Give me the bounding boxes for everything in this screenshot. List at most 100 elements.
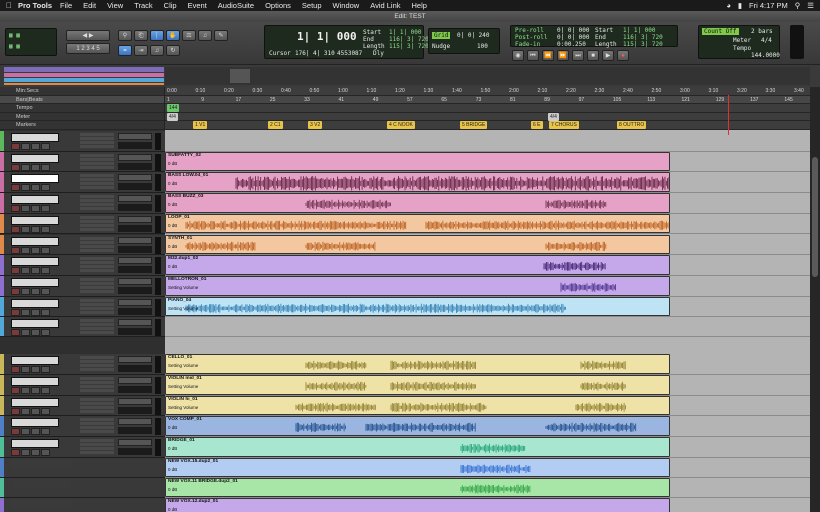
track-name[interactable] [11,215,59,225]
start-value[interactable]: 1| 1| 000 [389,29,422,36]
track-io[interactable] [118,195,152,203]
audio-clip[interactable]: VIOLIN hi_01 Setting Volume [165,395,670,416]
insert-slots[interactable] [80,236,114,253]
track-header-17[interactable] [0,497,165,512]
track-io[interactable] [118,356,152,364]
track-name[interactable] [11,153,59,163]
record-enable-button[interactable] [11,163,20,171]
track-header-16[interactable] [0,477,165,498]
solo-button[interactable] [31,366,40,374]
shuffle-mode-icon[interactable]: ▦ ▦ [9,32,20,39]
audio-clip[interactable]: SYNTH_01 0 dB [165,234,670,255]
audio-clip[interactable]: CELLO_01 Setting Volume [165,354,670,374]
audio-clip[interactable]: BASS BUZZ_03 0 dB [165,193,670,213]
track-volume[interactable] [118,365,152,373]
track-io[interactable] [118,277,152,285]
input-monitor-button[interactable] [21,225,30,233]
track-header-13[interactable] [0,416,165,438]
mute-button[interactable] [41,449,50,457]
track-lane-1[interactable]: SUBFATTY_02 0 dB [165,151,810,173]
pencil-tool-icon[interactable]: ✎ [214,30,228,41]
audio-clip[interactable]: SUBFATTY_02 0 dB [165,151,670,172]
ruler-label-meter[interactable]: Meter [0,113,164,122]
track-lane-14[interactable]: BRIDGE_01 0 dB [165,437,810,458]
track-name[interactable] [11,298,59,308]
insert-slots[interactable] [80,257,114,274]
insert-slots[interactable] [80,377,114,393]
clock[interactable]: Fri 4:17 PM [749,1,788,10]
track-header-3[interactable] [0,193,165,214]
menu-event[interactable]: Event [188,1,207,10]
main-counter[interactable]: 1| 1| 000 [297,30,357,43]
solo-button[interactable] [31,184,40,192]
insert-slots[interactable] [80,319,114,336]
mute-button[interactable] [41,407,50,415]
input-monitor-button[interactable] [21,143,30,150]
track-lane-11[interactable]: VIOLIN mid_01 Setting Volume [165,375,810,396]
audio-clip[interactable]: BASS LOW.04_01 0 dB [165,172,670,193]
marker-4[interactable]: 4 C NOOK [387,121,415,130]
track-volume[interactable] [118,427,152,435]
length-value[interactable]: 115| 3| 720 [389,43,429,50]
marker-3[interactable]: 3 V2 [308,121,323,130]
track-header-5[interactable] [0,234,165,256]
track-io[interactable] [118,319,152,327]
track-name[interactable] [11,479,71,489]
insert-slots[interactable] [80,174,114,191]
solo-button[interactable] [31,163,40,171]
battery-icon[interactable]: ▮ [738,1,742,10]
solo-button[interactable] [31,225,40,233]
grid-mode-icon[interactable]: ▦ ▦ [9,43,20,50]
mute-button[interactable] [41,428,50,436]
insert-slots[interactable] [80,133,114,149]
timeline-rulers[interactable]: 0:00 0:10 0:20 0:30 0:40 0:50 1:00 1:10 1:20 1:30… [165,87,810,130]
ruler-label-markers[interactable]: Markers [0,121,164,130]
meter-value[interactable]: 4/4 [761,37,772,44]
minsecs-ruler[interactable]: 0:00 0:10 0:20 0:30 0:40 0:50 1:00 1:10 1:20 1:30… [165,87,810,96]
track-lane-10[interactable]: CELLO_01 Setting Volume [165,354,810,375]
track-io[interactable] [118,215,152,223]
fadein-value[interactable]: 0:00.250 [557,41,586,48]
solo-button[interactable] [31,246,40,254]
audio-clip[interactable]: VIOLIN mid_01 Setting Volume [165,375,670,395]
insert-slots[interactable] [80,298,114,315]
postroll-label[interactable]: Post-roll [515,34,548,41]
record-enable-button[interactable] [11,287,20,295]
record-enable-button[interactable] [11,329,20,337]
input-monitor-button[interactable] [21,246,30,254]
go-to-end-icon[interactable]: ⏭ [572,50,584,61]
record-enable-button[interactable] [11,143,20,150]
stop-icon[interactable]: ■ [587,50,599,61]
input-monitor-button[interactable] [21,387,30,394]
edit-timeline[interactable]: SUBFATTY_02 0 dB BASS LOW.04_01 0 dB BASS BU… [165,130,810,512]
track-lane-16[interactable]: NEW VOX.11 BRIDGE.dup2_01 0 dB [165,477,810,498]
mirror-midi-icon[interactable]: ♫ [150,45,164,56]
track-volume[interactable] [118,406,152,414]
track-header-2[interactable] [0,172,165,194]
return-to-zero-icon[interactable]: ⏮ [527,50,539,61]
menu-audiosuite[interactable]: AudioSuite [218,1,254,10]
track-lane-17[interactable]: NEW VOX.12.dup2_01 0 dB [165,497,810,512]
track-volume[interactable] [118,307,152,315]
insert-slots[interactable] [80,153,114,170]
track-volume[interactable] [118,448,152,456]
input-monitor-button[interactable] [21,428,30,436]
zoom-tool-icon[interactable]: ⚲ [118,30,132,41]
track-volume[interactable] [118,328,152,336]
fadein-label[interactable]: Fade-in [515,41,540,48]
app-menu[interactable]: Pro Tools [18,1,52,10]
grid-label[interactable]: Grid [432,32,451,39]
track-lane-6[interactable]: M32.dup1_02 0 dB [165,255,810,276]
audio-clip[interactable]: PIANO_04 Setting Volume [165,296,670,317]
mute-button[interactable] [41,387,50,394]
record-enable-button[interactable] [11,205,20,213]
marker-8[interactable]: 8 OUTTRO [617,121,647,130]
track-header-11[interactable] [0,375,165,396]
mute-button[interactable] [41,267,50,275]
nudge-label[interactable]: Nudge [432,43,450,50]
track-name[interactable] [11,459,71,469]
track-header-15[interactable] [0,457,165,478]
zoom-buttons[interactable]: ◀ ▶ [66,30,110,41]
track-lane-15[interactable]: NEW VOX.15.dup2_01 0 dB [165,457,810,478]
menu-track[interactable]: Track [134,1,152,10]
